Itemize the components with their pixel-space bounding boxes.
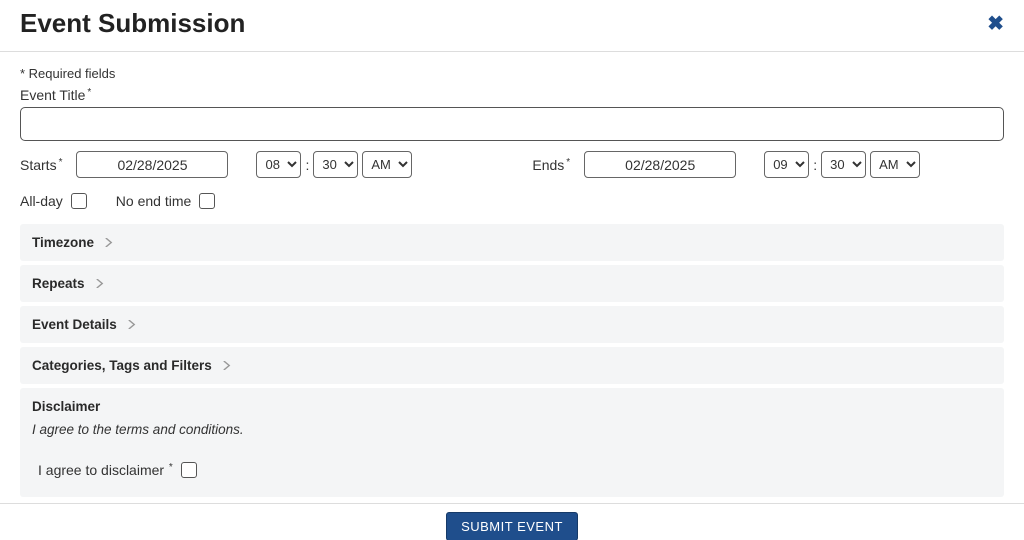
no-end-time-checkbox[interactable]: [199, 193, 215, 209]
all-day-label: All-day: [20, 193, 63, 209]
start-hour-select[interactable]: 08: [256, 151, 301, 178]
end-date-input[interactable]: [584, 151, 736, 178]
chevron-right-icon: [222, 361, 231, 370]
page-title: Event Submission: [20, 8, 245, 39]
event-title-label: Event Title*: [20, 87, 91, 103]
chevron-right-icon: [127, 320, 136, 329]
timezone-accordion[interactable]: Timezone: [32, 235, 992, 250]
agree-disclaimer-checkbox[interactable]: [181, 462, 197, 478]
chevron-right-icon: [104, 238, 113, 247]
ends-label: Ends*: [532, 157, 570, 173]
disclaimer-text: I agree to the terms and conditions.: [32, 422, 992, 437]
submit-event-button[interactable]: SUBMIT EVENT: [446, 512, 578, 540]
required-fields-note: * Required fields: [20, 66, 1004, 81]
event-details-accordion[interactable]: Event Details: [32, 317, 992, 332]
categories-label: Categories, Tags and Filters: [32, 358, 212, 373]
chevron-right-icon: [95, 279, 104, 288]
time-separator: :: [305, 157, 309, 173]
categories-accordion[interactable]: Categories, Tags and Filters: [32, 358, 992, 373]
start-ampm-select[interactable]: AM: [362, 151, 412, 178]
end-hour-select[interactable]: 09: [764, 151, 809, 178]
start-minute-select[interactable]: 30: [313, 151, 358, 178]
no-end-time-label: No end time: [116, 193, 191, 209]
start-date-input[interactable]: [76, 151, 228, 178]
disclaimer-section: Disclaimer I agree to the terms and cond…: [20, 388, 1004, 497]
repeats-label: Repeats: [32, 276, 85, 291]
event-details-label: Event Details: [32, 317, 117, 332]
timezone-label: Timezone: [32, 235, 94, 250]
disclaimer-heading: Disclaimer: [32, 399, 992, 414]
end-ampm-select[interactable]: AM: [870, 151, 920, 178]
all-day-checkbox[interactable]: [71, 193, 87, 209]
event-title-input[interactable]: [20, 107, 1004, 141]
repeats-accordion[interactable]: Repeats: [32, 276, 992, 291]
agree-disclaimer-label: I agree to disclaimer *: [38, 462, 173, 478]
end-minute-select[interactable]: 30: [821, 151, 866, 178]
time-separator: :: [813, 157, 817, 173]
starts-label: Starts*: [20, 157, 62, 173]
close-icon[interactable]: ✖: [987, 14, 1004, 34]
